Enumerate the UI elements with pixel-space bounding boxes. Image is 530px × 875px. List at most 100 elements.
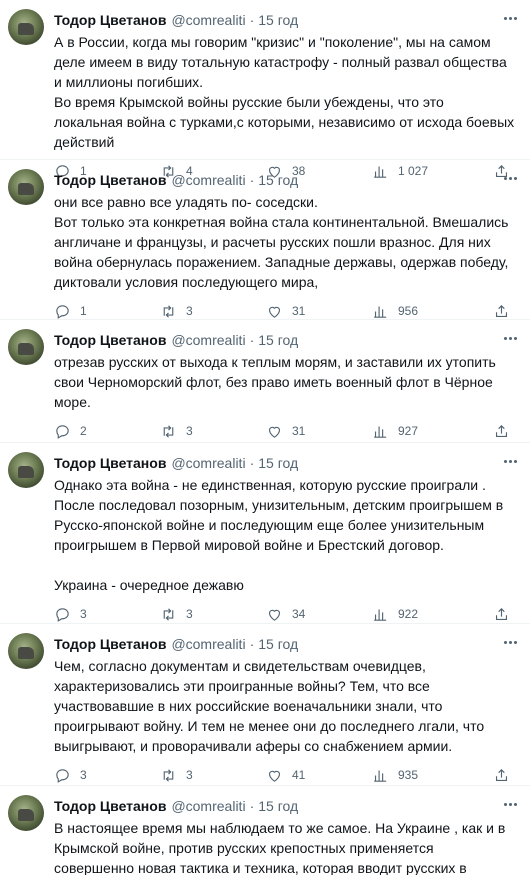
retweet-count: 3: [186, 607, 193, 621]
share-icon: [495, 304, 508, 317]
views-icon: [374, 770, 387, 782]
retweet-count: 3: [186, 768, 193, 782]
tweet-header: Тодор Цветанов @comrealiti · 15 год: [54, 453, 516, 473]
views-icon: [374, 306, 387, 318]
views-count: 927: [398, 424, 419, 438]
views-count: 922: [398, 607, 419, 621]
separator: ·: [249, 12, 255, 28]
author-handle[interactable]: @comrealiti: [171, 330, 245, 350]
avatar[interactable]: [8, 9, 44, 45]
reply-button[interactable]: 3: [54, 606, 160, 623]
separator: ·: [249, 172, 255, 188]
like-button[interactable]: 31: [266, 423, 372, 440]
share-button[interactable]: [493, 767, 510, 784]
author-handle[interactable]: @comrealiti: [171, 170, 245, 190]
views-button[interactable]: 922: [372, 606, 478, 623]
tweet-text: Однако эта война - не единственная, кото…: [54, 477, 504, 593]
author-name[interactable]: Тодор Цветанов: [54, 634, 166, 654]
tweet[interactable]: Тодор Цветанов @comrealiti · 15 год они …: [0, 160, 530, 320]
tweet[interactable]: Тодор Цветанов @comrealiti · 15 год отре…: [0, 320, 530, 443]
author-name[interactable]: Тодор Цветанов: [54, 10, 166, 30]
retweet-button[interactable]: 3: [160, 767, 266, 784]
retweet-button[interactable]: 3: [160, 423, 266, 440]
retweet-icon: [163, 304, 174, 318]
like-count: 31: [292, 424, 306, 438]
reply-count: 3: [80, 607, 87, 621]
author-name[interactable]: Тодор Цветанов: [54, 453, 166, 473]
retweet-button[interactable]: 3: [160, 303, 266, 320]
avatar[interactable]: [8, 329, 44, 365]
tweet-header: Тодор Цветанов @comrealiti · 15 год: [54, 634, 516, 654]
separator: ·: [249, 455, 255, 471]
retweet-button[interactable]: 3: [160, 606, 266, 623]
retweet-count: 3: [186, 304, 193, 318]
retweet-icon: [163, 424, 174, 438]
reply-button[interactable]: 3: [54, 767, 160, 784]
reply-count: 1: [80, 304, 87, 318]
like-button[interactable]: 34: [266, 606, 372, 623]
timestamp[interactable]: 15 год: [258, 10, 298, 30]
reply-icon: [56, 768, 69, 783]
more-icon[interactable]: [500, 332, 520, 344]
avatar[interactable]: [8, 169, 44, 205]
more-icon[interactable]: [500, 12, 520, 24]
reply-icon: [56, 424, 69, 439]
like-icon: [268, 609, 281, 621]
retweet-count: 3: [186, 424, 193, 438]
views-button[interactable]: 935: [372, 767, 478, 784]
tweet-header: Тодор Цветанов @comrealiti · 15 год: [54, 796, 516, 816]
timestamp[interactable]: 15 год: [258, 453, 298, 473]
tweet[interactable]: Тодор Цветанов @comrealiti · 15 год В на…: [0, 786, 530, 875]
avatar[interactable]: [8, 452, 44, 488]
author-name[interactable]: Тодор Цветанов: [54, 796, 166, 816]
tweet[interactable]: Тодор Цветанов @comrealiti · 15 год Одна…: [0, 443, 530, 624]
views-count: 935: [398, 768, 419, 782]
tweet[interactable]: Тодор Цветанов @comrealiti · 15 год А в …: [0, 0, 530, 179]
tweet-header: Тодор Цветанов @comrealiti · 15 год: [54, 170, 516, 190]
author-handle[interactable]: @comrealiti: [171, 796, 245, 816]
share-button[interactable]: [493, 606, 510, 623]
like-icon: [268, 306, 281, 318]
avatar[interactable]: [8, 795, 44, 831]
more-icon[interactable]: [500, 172, 520, 184]
retweet-icon: [163, 607, 174, 621]
tweet-text: отрезав русских от выхода к теплым морям…: [54, 354, 496, 410]
author-name[interactable]: Тодор Цветанов: [54, 330, 166, 350]
reply-button[interactable]: 1: [54, 303, 160, 320]
like-button[interactable]: 31: [266, 303, 372, 320]
like-count: 31: [292, 304, 306, 318]
like-icon: [268, 770, 281, 782]
author-handle[interactable]: @comrealiti: [171, 10, 245, 30]
views-button[interactable]: 927: [372, 423, 478, 440]
tweet-text: Чем, согласно документам и свидетельства…: [54, 658, 485, 754]
thread: Тодор Цветанов @comrealiti · 15 год А в …: [0, 0, 530, 875]
more-icon[interactable]: [500, 455, 520, 467]
like-button[interactable]: 41: [266, 767, 372, 784]
tweet-text: В настоящее время мы наблюдаем то же сам…: [54, 820, 506, 875]
more-icon[interactable]: [500, 636, 520, 648]
tweet[interactable]: Тодор Цветанов @comrealiti · 15 год Чем,…: [0, 624, 530, 786]
more-icon[interactable]: [500, 798, 520, 810]
author-handle[interactable]: @comrealiti: [171, 634, 245, 654]
views-icon: [374, 426, 387, 438]
timestamp[interactable]: 15 год: [258, 170, 298, 190]
tweet-text: А в России, когда мы говорим "кризис" и …: [54, 34, 515, 150]
avatar[interactable]: [8, 633, 44, 669]
reply-count: 3: [80, 768, 87, 782]
reply-button[interactable]: 2: [54, 423, 160, 440]
share-icon: [495, 424, 508, 437]
views-button[interactable]: 956: [372, 303, 478, 320]
retweet-icon: [163, 768, 174, 782]
author-name[interactable]: Тодор Цветанов: [54, 170, 166, 190]
timestamp[interactable]: 15 год: [258, 796, 298, 816]
author-handle[interactable]: @comrealiti: [171, 453, 245, 473]
timestamp[interactable]: 15 год: [258, 330, 298, 350]
reply-icon: [56, 607, 69, 622]
like-count: 41: [292, 768, 306, 782]
tweet-header: Тодор Цветанов @comrealiti · 15 год: [54, 330, 516, 350]
reply-count: 2: [80, 424, 87, 438]
timestamp[interactable]: 15 год: [258, 634, 298, 654]
share-button[interactable]: [493, 423, 510, 440]
like-count: 34: [292, 607, 306, 621]
share-button[interactable]: [493, 303, 510, 320]
